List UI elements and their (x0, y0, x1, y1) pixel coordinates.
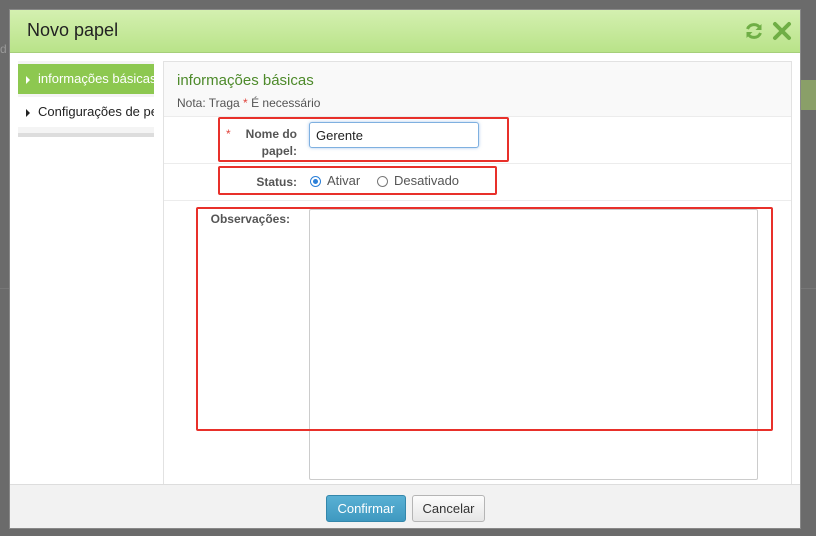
cancel-button[interactable]: Cancelar (412, 495, 485, 522)
note-suffix: É necessário (251, 96, 321, 110)
notes-textarea[interactable] (309, 209, 758, 480)
row-divider (164, 200, 791, 201)
panel-title: informações básicas (177, 72, 314, 89)
form-panel: informações básicas Nota: Traga * É nece… (163, 61, 792, 487)
required-note: Nota: Traga * É necessário (177, 96, 320, 110)
status-label: Status: (256, 175, 297, 189)
role-name-input[interactable] (309, 122, 479, 148)
dialog-footer: Confirmar Cancelar (10, 484, 800, 528)
refresh-icon[interactable] (743, 20, 765, 42)
caret-right-icon (26, 75, 30, 84)
sidebar-nav: informações básicas Configurações de pe (18, 61, 154, 137)
sidebar-item-label: Configurações de pe (38, 104, 154, 119)
name-required-star: * (226, 127, 231, 141)
required-star: * (243, 96, 248, 110)
status-option-active-label[interactable]: Ativar (327, 173, 360, 188)
notes-label: Observações: (210, 212, 290, 226)
sidebar-item-label: informações básicas (38, 71, 154, 86)
note-prefix: Nota: Traga (177, 96, 240, 110)
background-text-fragment: d (0, 42, 7, 56)
dialog-header: Novo papel (10, 10, 800, 53)
sidebar-item-basic-info[interactable]: informações básicas (18, 64, 154, 94)
caret-right-icon (26, 108, 30, 117)
role-name-label: Nome do papel: (245, 127, 297, 158)
sidebar-item-permission-settings[interactable]: Configurações de pe (18, 97, 154, 127)
status-radio-inactive[interactable] (377, 176, 388, 187)
new-role-dialog: Novo papel informações básicas Configura… (9, 9, 801, 529)
status-radio-active[interactable] (310, 176, 321, 187)
confirm-button[interactable]: Confirmar (326, 495, 406, 522)
panel-header: informações básicas Nota: Traga * É nece… (164, 62, 791, 117)
close-icon[interactable] (771, 20, 793, 42)
status-option-inactive-label[interactable]: Desativado (394, 173, 459, 188)
row-divider (164, 163, 791, 164)
dialog-title: Novo papel (27, 20, 119, 40)
